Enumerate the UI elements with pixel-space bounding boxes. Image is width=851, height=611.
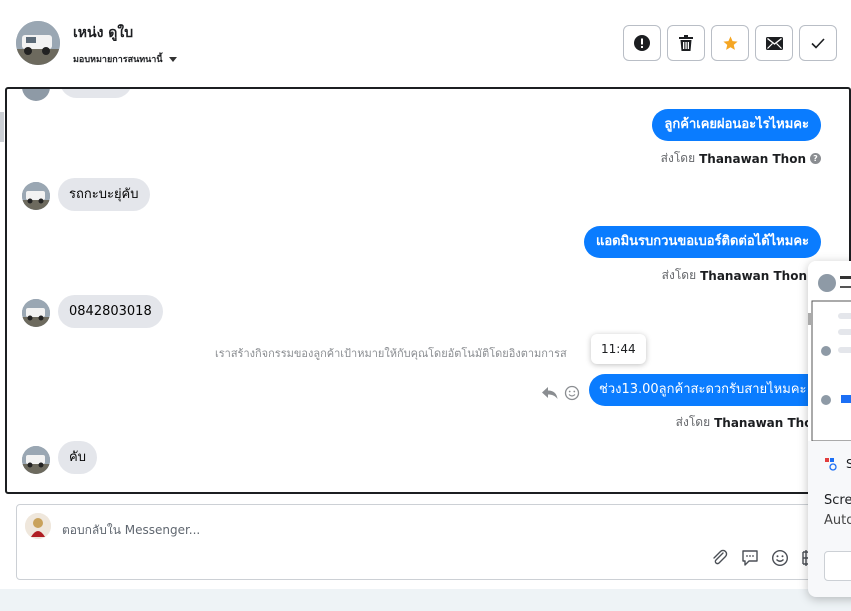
- sent-by-prefix: ส่งโดย: [661, 268, 697, 282]
- message-bubble-outgoing[interactable]: ลูกค้าเคยผ่อนอะไรไหมคะ: [652, 109, 821, 141]
- message-bubble-outgoing[interactable]: แอดมินรบกวนขอเบอร์ติดต่อได้ไหมคะ: [583, 226, 821, 258]
- message-bubble-incoming[interactable]: คับ: [58, 441, 97, 474]
- emoji-reaction-icon[interactable]: [564, 385, 580, 401]
- exclamation-circle-icon: [634, 35, 650, 51]
- sent-by-name: Thanawan Thon: [714, 415, 821, 430]
- contact-name: เหน่ง ดูใบ: [73, 25, 134, 41]
- contact-avatar-small: [22, 299, 50, 327]
- truck-photo-icon: [22, 182, 50, 210]
- mark-unread-button[interactable]: [755, 25, 793, 61]
- truck-photo-icon: [22, 446, 50, 474]
- popup-action-button[interactable]: [824, 551, 851, 581]
- sent-by-label: ส่งโดย Thanawan Thon: [662, 266, 807, 285]
- trash-icon: [679, 35, 693, 51]
- assign-label: มอบหมายการสนทนานี้: [73, 55, 163, 65]
- composer-tools: [711, 549, 811, 567]
- quick-reply-icon[interactable]: [741, 549, 759, 567]
- mark-done-button[interactable]: [799, 25, 837, 61]
- popup-message-line2: Auto: [824, 513, 851, 528]
- sent-by-prefix: ส่งโดย: [660, 151, 696, 165]
- message-hover-actions: [542, 385, 580, 401]
- contact-avatar-small: [22, 89, 50, 101]
- system-activity-note: เราสร้างกิจกรรมของลูกค้าเป้าหมายให้กับคุ…: [215, 347, 567, 360]
- truck-photo-icon: [22, 299, 50, 327]
- scroll-stub: [0, 112, 4, 142]
- delete-button[interactable]: [667, 25, 705, 61]
- assign-conversation-dropdown[interactable]: มอบหมายการสนทนานี้: [73, 52, 177, 66]
- snipping-tool-icon: [825, 458, 837, 471]
- truck-photo-icon: [16, 21, 60, 65]
- caret-down-icon: [168, 56, 177, 62]
- popup-title: S: [846, 457, 851, 471]
- timestamp-tooltip: 11:44: [591, 334, 646, 364]
- star-button[interactable]: [711, 25, 749, 61]
- sent-by-label: ส่งโดย Thanawan Thon ?: [661, 149, 821, 168]
- sent-by-name: Thanawan Thon: [700, 268, 807, 283]
- page-avatar: [25, 513, 51, 539]
- reply-input-placeholder[interactable]: ตอบกลับใน Messenger...: [62, 521, 200, 540]
- sent-by-label: ส่งโดย Thanawan Thon: [676, 413, 821, 432]
- page-bottom-band: [0, 589, 851, 611]
- emoji-icon[interactable]: [771, 549, 789, 567]
- message-bubble-incoming[interactable]: รถกะบะยุ่คับ: [58, 178, 150, 211]
- check-icon: [811, 37, 825, 49]
- preview-image-icon: [808, 261, 851, 442]
- screenshot-tool-popup[interactable]: S Scre Auto: [808, 261, 851, 597]
- contact-avatar-small: [22, 446, 50, 474]
- reply-composer[interactable]: ตอบกลับใน Messenger...: [16, 504, 820, 580]
- message-thread[interactable]: ลูกค้าเคยผ่อนอะไรไหมคะ ส่งโดย Thanawan T…: [5, 87, 851, 494]
- page-logo-icon: [25, 513, 51, 539]
- popup-message-line1: Scre: [824, 493, 851, 508]
- conversation-header: เหน่ง ดูใบ มอบหมายการสนทนานี้: [0, 0, 851, 86]
- star-icon: [722, 35, 738, 50]
- sent-by-prefix: ส่งโดย: [675, 415, 711, 429]
- message-bubble-incoming[interactable]: 0842803018: [58, 295, 163, 328]
- envelope-icon: [765, 36, 783, 50]
- paperclip-icon[interactable]: [711, 549, 729, 567]
- reply-icon[interactable]: [542, 386, 558, 400]
- contact-avatar[interactable]: [16, 21, 60, 65]
- contact-avatar-small: [22, 182, 50, 210]
- report-button[interactable]: [623, 25, 661, 61]
- message-bubble-incoming-cropped: [60, 89, 132, 98]
- sent-by-name: Thanawan Thon: [699, 151, 806, 166]
- question-mark-icon[interactable]: ?: [810, 153, 821, 164]
- screenshot-preview-thumbnail[interactable]: [808, 261, 851, 442]
- header-actions: [623, 25, 837, 61]
